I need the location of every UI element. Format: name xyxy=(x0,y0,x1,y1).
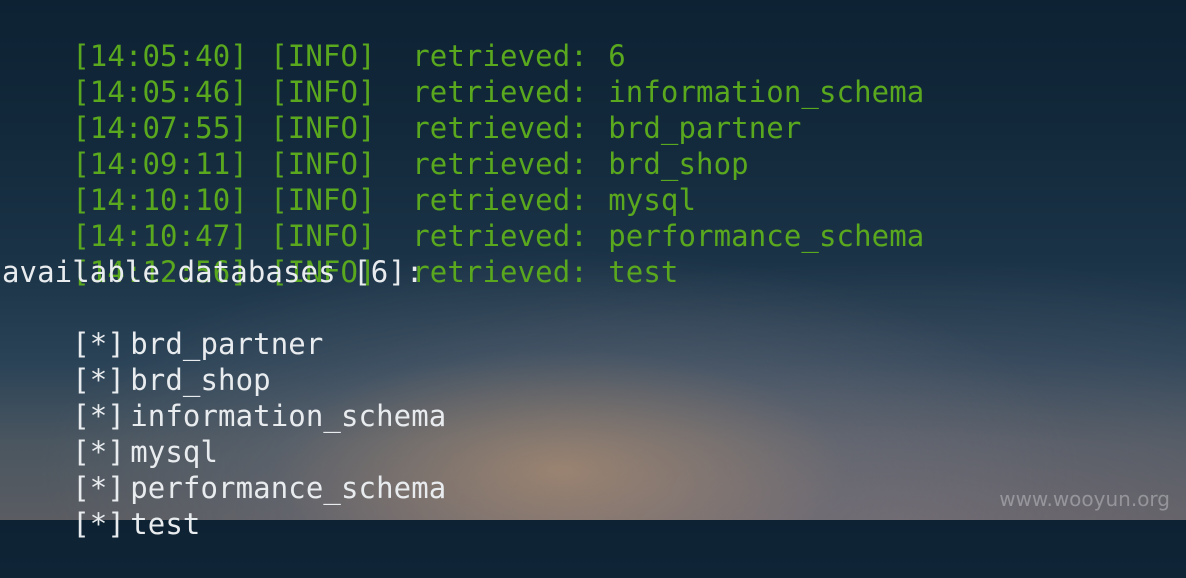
log-level: [INFO] xyxy=(270,111,376,145)
log-message: retrieved: xyxy=(412,255,588,289)
database-name: information_schema xyxy=(130,399,447,433)
bullet-marker: [*] xyxy=(72,435,125,469)
database-name: test xyxy=(130,507,201,541)
log-message: retrieved: xyxy=(412,111,588,145)
database-name: brd_shop xyxy=(130,363,271,397)
log-level: [INFO] xyxy=(270,183,376,217)
database-name: mysql xyxy=(130,435,219,469)
database-name: performance_schema xyxy=(130,471,447,505)
log-value: brd_partner xyxy=(608,111,802,145)
log-value: performance_schema xyxy=(608,219,925,253)
log-level: [INFO] xyxy=(270,147,376,181)
bullet-marker: [*] xyxy=(72,507,125,541)
log-timestamp: [14:10:47] xyxy=(72,219,248,253)
bullet-marker: [*] xyxy=(72,399,125,433)
log-timestamp: [14:10:10] xyxy=(72,183,248,217)
terminal-output[interactable]: [14:05:40] [INFO] retrieved: 6 [14:05:46] [I… xyxy=(2,2,1186,541)
log-timestamp: [14:09:11] xyxy=(72,147,248,181)
log-value: information_schema xyxy=(608,75,925,109)
log-timestamp: [14:05:46] xyxy=(72,75,248,109)
log-timestamp: [14:05:40] xyxy=(72,39,248,73)
log-message: retrieved: xyxy=(412,147,588,181)
bullet-marker: [*] xyxy=(72,363,125,397)
log-line: [14:05:40] [INFO] retrieved: 6 xyxy=(2,2,1186,73)
bullet-marker: [*] xyxy=(72,471,125,505)
log-level: [INFO] xyxy=(270,219,376,253)
log-value: brd_shop xyxy=(608,147,749,181)
log-message: retrieved: xyxy=(412,75,588,109)
log-message: retrieved: xyxy=(412,219,588,253)
database-list-item: [*] brd_partner xyxy=(2,290,1186,361)
log-level: [INFO] xyxy=(270,75,376,109)
log-value: mysql xyxy=(608,183,697,217)
log-message: retrieved: xyxy=(412,39,588,73)
database-name: brd_partner xyxy=(130,327,324,361)
log-message: retrieved: xyxy=(412,183,588,217)
log-timestamp: [14:07:55] xyxy=(72,111,248,145)
watermark: www.wooyun.org xyxy=(999,487,1170,511)
log-value: 6 xyxy=(608,39,626,73)
log-value: test xyxy=(608,255,679,289)
bullet-marker: [*] xyxy=(72,327,125,361)
log-level: [INFO] xyxy=(270,39,376,73)
